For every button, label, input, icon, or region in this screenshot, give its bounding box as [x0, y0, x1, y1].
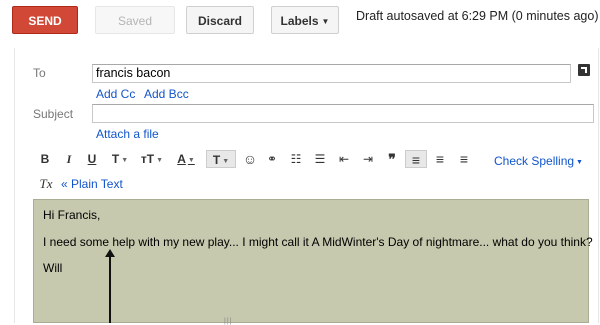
- expand-compose-icon[interactable]: [578, 64, 590, 76]
- bulleted-list-icon[interactable]: ☰: [312, 150, 328, 168]
- background-color-icon: T: [212, 153, 221, 167]
- background-color-button[interactable]: T ▼: [206, 150, 236, 168]
- numbered-list-icon[interactable]: ☷: [288, 150, 304, 168]
- subject-label: Subject: [33, 107, 74, 121]
- chevron-down-icon: ▼: [156, 157, 164, 164]
- arrow-shaft: [109, 253, 111, 323]
- plain-text-link[interactable]: « Plain Text: [61, 177, 123, 191]
- subject-field[interactable]: [92, 104, 594, 123]
- underline-button[interactable]: U: [86, 150, 98, 168]
- labels-button-label: Labels: [280, 14, 319, 28]
- align-left-icon[interactable]: ≡: [405, 150, 427, 168]
- font-size-button[interactable]: тT ▼: [140, 150, 164, 168]
- chevron-down-icon: ▼: [187, 157, 195, 164]
- labels-button[interactable]: Labels ▼: [271, 6, 339, 34]
- discard-button[interactable]: Discard: [186, 6, 254, 34]
- emoji-icon[interactable]: ☺: [242, 150, 258, 168]
- check-spelling-link[interactable]: Check Spelling ▼: [494, 154, 583, 168]
- align-center-icon[interactable]: ≡: [432, 150, 448, 168]
- message-line-body: I need some help with my new play... I m…: [43, 235, 593, 249]
- compose-toolbar: SEND Saved Discard Labels ▼ Draft autosav…: [0, 0, 600, 48]
- saved-button[interactable]: Saved: [95, 6, 175, 34]
- attach-file-link[interactable]: Attach a file: [96, 127, 159, 141]
- add-bcc-link[interactable]: Add Bcc: [144, 87, 189, 101]
- chevron-down-icon: ▼: [576, 159, 583, 166]
- send-button[interactable]: SEND: [12, 6, 78, 34]
- indent-less-icon[interactable]: ⇤: [336, 150, 352, 168]
- draft-status: Draft autosaved at 6:29 PM (0 minutes ag…: [356, 9, 599, 23]
- chevron-down-icon: ▼: [121, 157, 129, 164]
- add-cc-link[interactable]: Add Cc: [96, 87, 135, 101]
- check-spelling-label: Check Spelling: [494, 154, 575, 168]
- resize-grip-icon[interactable]: |||: [224, 318, 232, 325]
- message-body[interactable]: Hi Francis, I need some help with my new…: [33, 199, 593, 323]
- font-size-icon: тT: [140, 152, 155, 166]
- text-color-button[interactable]: A ▼: [174, 150, 198, 168]
- align-right-icon[interactable]: ≡: [456, 150, 472, 168]
- quote-icon[interactable]: ❞: [384, 150, 400, 168]
- to-field[interactable]: francis bacon: [92, 64, 571, 83]
- to-label: To: [33, 66, 46, 80]
- message-line-signature: Will: [43, 261, 63, 275]
- italic-button[interactable]: I: [63, 150, 75, 168]
- message-line-greeting: Hi Francis,: [43, 208, 101, 222]
- remove-formatting-icon[interactable]: Tx: [37, 175, 55, 193]
- left-border: [14, 48, 15, 323]
- font-button[interactable]: T ▼: [110, 150, 130, 168]
- font-icon: T: [111, 152, 120, 166]
- chevron-down-icon: ▼: [222, 158, 230, 165]
- right-border: [598, 48, 599, 323]
- indent-more-icon[interactable]: ⇥: [360, 150, 376, 168]
- link-icon[interactable]: ⚭: [264, 150, 280, 168]
- text-color-icon: A: [177, 152, 186, 166]
- chevron-down-icon: ▼: [321, 17, 330, 26]
- bold-button[interactable]: B: [39, 150, 51, 168]
